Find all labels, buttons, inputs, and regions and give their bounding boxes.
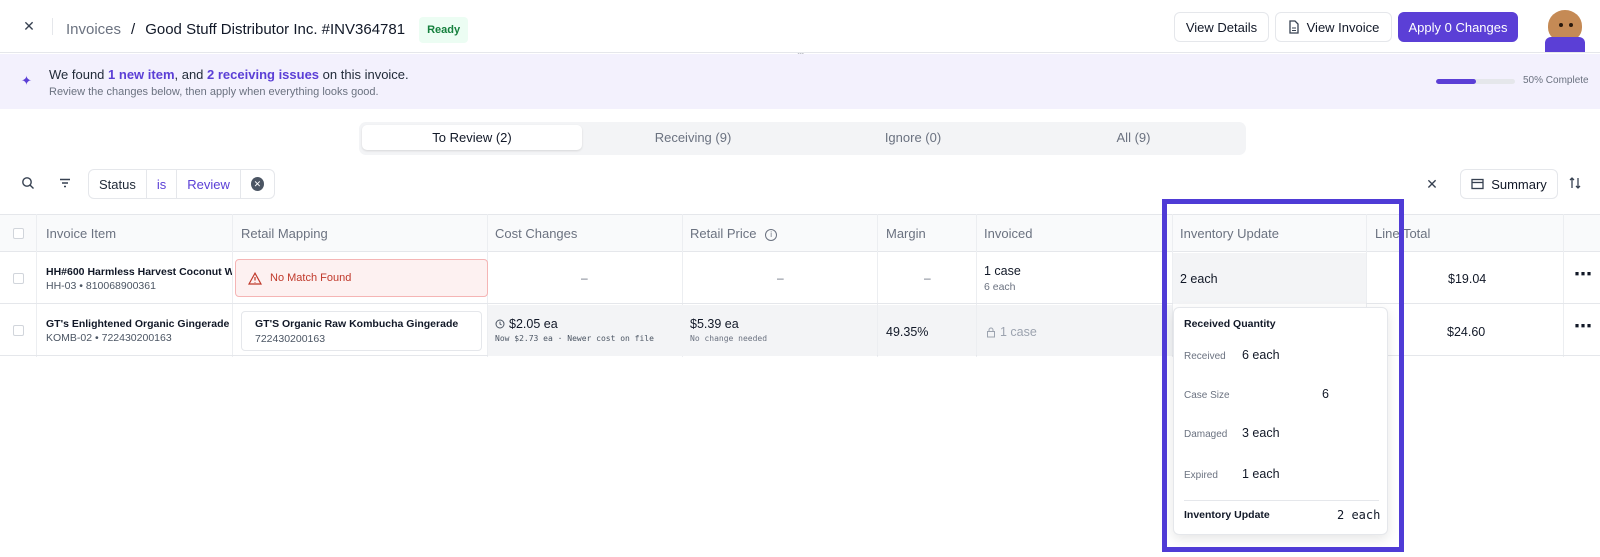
select-all-checkbox[interactable]: [13, 228, 24, 239]
view-invoice-label: View Invoice: [1306, 19, 1380, 35]
item-name: GT's Enlightened Organic Gingerade Kombu…: [46, 318, 232, 330]
tab-bar: To Review (2) Receiving (9) Ignore (0) A…: [359, 122, 1246, 155]
summary-label: Summary: [1491, 176, 1547, 192]
breadcrumb-separator: /: [131, 21, 136, 38]
tab-ignore[interactable]: Ignore (0): [804, 125, 1022, 150]
row-checkbox[interactable]: [13, 273, 24, 284]
review-banner: ✦ We found 1 new item, and 2 receiving i…: [0, 54, 1600, 109]
retail-mapping-select[interactable]: GT'S Organic Raw Kombucha Gingerade 7224…: [241, 311, 482, 351]
filter-field[interactable]: Status: [89, 170, 147, 198]
col-invoiced[interactable]: Invoiced: [984, 215, 1032, 252]
lock-icon: [987, 327, 995, 337]
invoiced-value: 1 case: [984, 264, 1021, 278]
warning-icon: [248, 271, 262, 285]
apply-changes-button[interactable]: Apply 0 Changes: [1398, 12, 1518, 42]
sparkle-icon: ✦: [21, 73, 32, 88]
status-badge: Ready: [419, 17, 469, 43]
clock-icon: [495, 319, 505, 329]
tab-receiving[interactable]: Receiving (9): [584, 125, 802, 150]
summary-icon: [1471, 178, 1484, 190]
document-icon: [1288, 20, 1299, 34]
clear-icon: ✕: [250, 177, 264, 191]
close-icon[interactable]: ✕: [1424, 176, 1440, 192]
item-sku: HH-03 • 810068900361: [46, 280, 156, 292]
no-match-label: No Match Found: [270, 272, 352, 284]
margin-value: –: [924, 271, 931, 285]
banner-subtext: Review the changes below, then apply whe…: [49, 86, 379, 98]
row-menu-icon[interactable]: ⋯: [1574, 316, 1593, 337]
breadcrumb: Invoices / Good Stuff Distributor Inc. #…: [66, 17, 469, 43]
sort-icon[interactable]: [1567, 176, 1583, 192]
mapping-upc: 722430200163: [255, 333, 326, 345]
avatar[interactable]: [1545, 10, 1585, 52]
cost-note: Now $2.73 ea · Newer cost on file: [495, 334, 654, 343]
page-title: Good Stuff Distributor Inc. #INV364781: [145, 21, 406, 38]
retail-value: –: [777, 271, 784, 285]
receiving-issues-link[interactable]: 2 receiving issues: [207, 67, 319, 82]
progress-label: 50% Complete: [1523, 75, 1589, 86]
retail-value: $5.39 ea: [690, 317, 739, 331]
divider: [52, 18, 53, 35]
info-icon[interactable]: i: [765, 228, 778, 241]
highlight-box: [1162, 199, 1404, 552]
tab-all[interactable]: All (9): [1024, 125, 1243, 150]
invoiced-sub: 6 each: [984, 281, 1016, 293]
top-bar: ✕ Invoices / Good Stuff Distributor Inc.…: [0, 0, 1600, 53]
status-filter-chip[interactable]: Status is Review ✕: [88, 169, 275, 199]
cost-value: –: [581, 271, 588, 285]
cost-value: $2.05 ea: [495, 317, 558, 331]
filter-operator[interactable]: is: [147, 170, 178, 198]
item-sku: KOMB-02 • 722430200163: [46, 332, 172, 344]
invoiced-value: 1 case: [986, 325, 1037, 339]
row-menu-icon[interactable]: ⋯: [1574, 264, 1593, 285]
breadcrumb-invoices[interactable]: Invoices: [66, 20, 121, 40]
view-invoice-button[interactable]: View Invoice: [1275, 12, 1392, 42]
progress-bar: [1436, 79, 1515, 84]
filter-icon[interactable]: [57, 176, 73, 192]
filter-value[interactable]: Review: [177, 170, 241, 198]
view-details-button[interactable]: View Details: [1174, 12, 1269, 42]
summary-button[interactable]: Summary: [1460, 169, 1558, 199]
view-details-label: View Details: [1185, 19, 1258, 35]
banner-message: We found 1 new item, and 2 receiving iss…: [49, 67, 409, 82]
clear-filter-button[interactable]: ✕: [241, 170, 274, 198]
search-icon[interactable]: [20, 176, 36, 192]
col-invoice-item[interactable]: Invoice Item: [46, 215, 116, 252]
close-icon[interactable]: ✕: [20, 17, 38, 35]
retail-mapping-no-match[interactable]: No Match Found: [235, 259, 488, 297]
new-item-link[interactable]: 1 new item: [108, 67, 174, 82]
mapping-name: GT'S Organic Raw Kombucha Gingerade: [255, 318, 459, 330]
line-total: $24.60: [1447, 325, 1486, 339]
line-total: $19.04: [1448, 272, 1487, 286]
retail-note: No change needed: [690, 334, 768, 343]
margin-value: 49.35%: [886, 325, 929, 339]
row-checkbox[interactable]: [13, 325, 24, 336]
col-retail-mapping[interactable]: Retail Mapping: [241, 215, 328, 252]
col-cost-changes[interactable]: Cost Changes: [495, 215, 577, 252]
col-margin[interactable]: Margin: [886, 215, 926, 252]
col-retail-price[interactable]: Retail Price i: [690, 215, 778, 252]
apply-changes-label: Apply 0 Changes: [1408, 19, 1508, 35]
tab-to-review[interactable]: To Review (2): [362, 125, 582, 150]
item-name: HH#600 Harmless Harvest Coconut Water: [46, 266, 232, 278]
